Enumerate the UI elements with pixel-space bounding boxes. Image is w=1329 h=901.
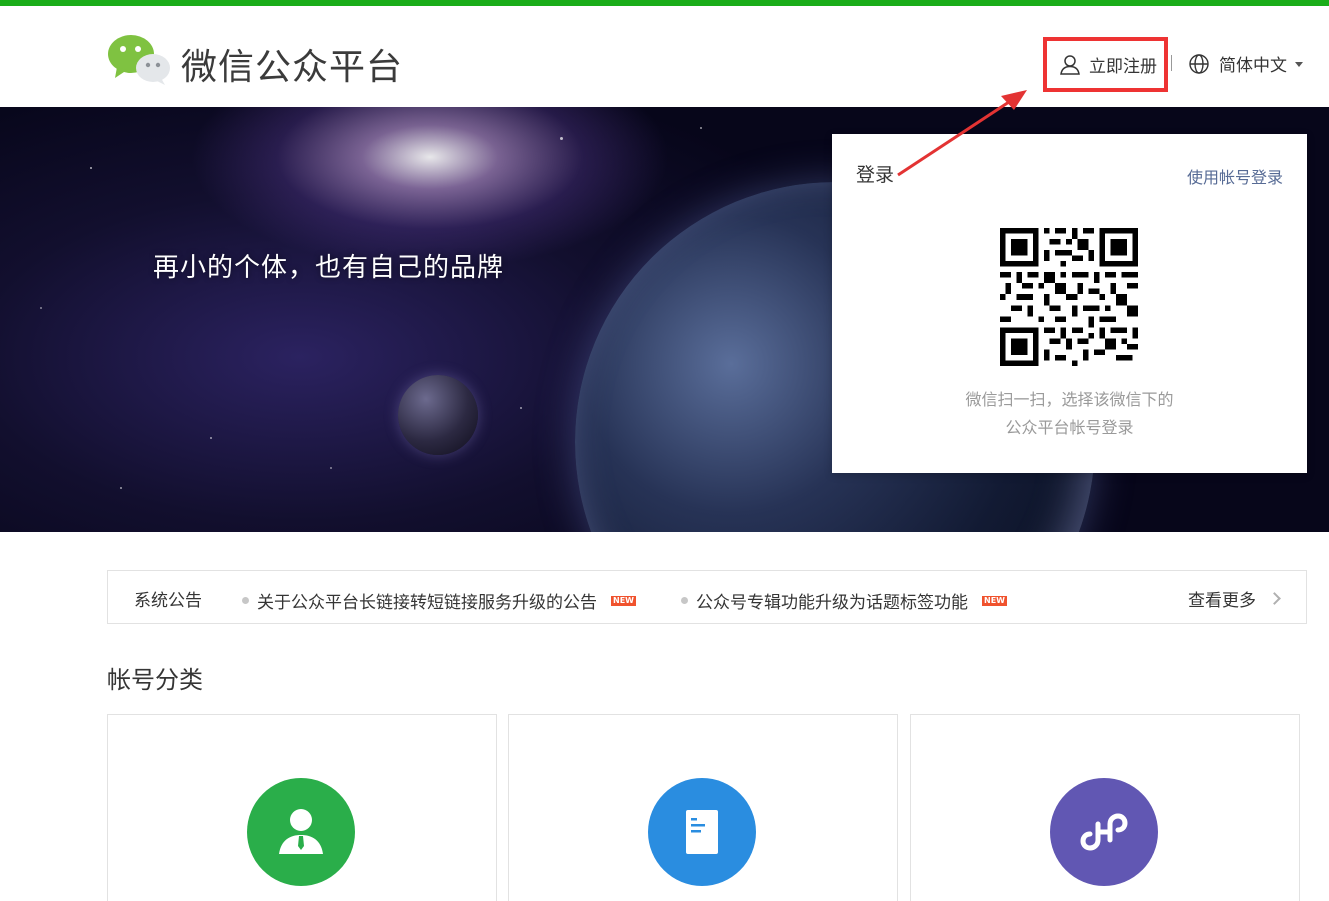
account-types-title: 帐号分类 — [107, 666, 203, 694]
service-account-icon — [247, 778, 355, 886]
notice-item[interactable]: 关于公众平台长链接转短链接服务升级的公告 NEW — [242, 588, 636, 613]
brand-title[interactable]: 微信公众平台 — [181, 38, 403, 90]
bullet-icon — [242, 597, 249, 604]
login-panel: 登录 使用帐号登录 微信扫一扫，选择该微信下的 公众平台帐号登录 — [832, 134, 1307, 473]
notice-item-text: 公众号专辑功能升级为话题标签功能 — [696, 593, 968, 613]
register-label: 立即注册 — [1089, 57, 1157, 77]
notice-title: 系统公告 — [134, 591, 202, 611]
qr-tip-line1: 微信扫一扫，选择该微信下的 — [965, 390, 1174, 409]
header: 微信公众平台 立即注册 简体中文 — [0, 6, 1329, 107]
star — [40, 307, 42, 309]
new-badge: NEW — [982, 595, 1007, 606]
language-selector[interactable]: 简体中文 — [1188, 51, 1303, 76]
system-notice-bar: 系统公告 关于公众平台长链接转短链接服务升级的公告 NEW 公众号专辑功能升级为… — [107, 570, 1307, 624]
qr-code — [1000, 228, 1138, 366]
account-card-subscription[interactable] — [508, 714, 898, 901]
globe-icon — [1189, 53, 1209, 74]
star — [520, 407, 522, 409]
language-label: 简体中文 — [1219, 56, 1287, 76]
subscription-account-icon — [648, 778, 756, 886]
banner-slogan: 再小的个体，也有自己的品牌 — [153, 253, 505, 283]
page: 微信公众平台 立即注册 简体中文 再小的个体，也有自己的品牌 登录 使用帐号登录… — [0, 0, 1329, 901]
account-login-link[interactable]: 使用帐号登录 — [1187, 164, 1283, 188]
view-more-link[interactable]: 查看更多 — [1188, 586, 1281, 611]
user-icon — [1060, 54, 1080, 75]
register-button[interactable]: 立即注册 — [1043, 37, 1168, 92]
account-card-service[interactable] — [107, 714, 497, 901]
mini-program-icon — [1050, 778, 1158, 886]
new-badge: NEW — [611, 595, 636, 606]
login-title: 登录 — [856, 164, 895, 186]
bullet-icon — [681, 597, 688, 604]
qr-tip-line2: 公众平台帐号登录 — [1005, 418, 1134, 437]
header-divider — [1171, 55, 1172, 71]
view-more-label: 查看更多 — [1188, 591, 1256, 611]
chevron-right-icon — [1268, 592, 1281, 605]
star — [90, 167, 92, 169]
star — [120, 487, 122, 489]
planet-small — [398, 375, 478, 455]
wechat-logo-icon[interactable] — [107, 34, 171, 86]
notice-item[interactable]: 公众号专辑功能升级为话题标签功能 NEW — [681, 588, 1007, 613]
star — [330, 467, 332, 469]
qr-instructions: 微信扫一扫，选择该微信下的 公众平台帐号登录 — [832, 386, 1307, 442]
star — [700, 127, 702, 129]
account-card-miniprogram[interactable] — [910, 714, 1300, 901]
notice-item-text: 关于公众平台长链接转短链接服务升级的公告 — [257, 593, 597, 613]
star — [560, 137, 563, 140]
star — [210, 437, 212, 439]
chevron-down-icon — [1295, 62, 1303, 67]
